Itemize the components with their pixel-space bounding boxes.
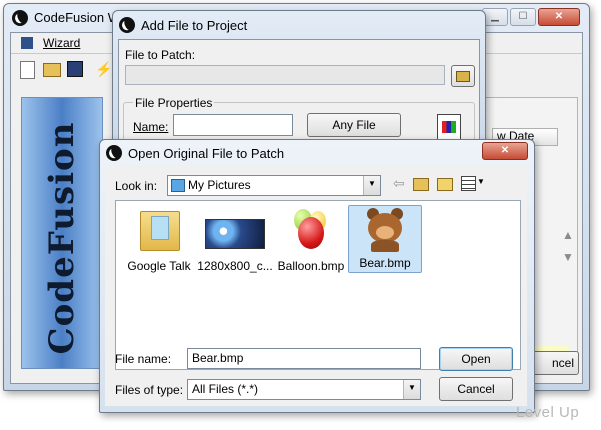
add-file-dialog-title: Add File to Project <box>141 18 248 33</box>
main-window-title: CodeFusion W <box>34 10 120 25</box>
file-item-bear[interactable]: Bear.bmp <box>348 205 422 273</box>
scroll-up-arrow-icon[interactable]: ▲ <box>562 228 574 242</box>
open-dialog-logo-icon <box>106 145 122 161</box>
view-menu-icon[interactable] <box>461 176 476 191</box>
file-name-input[interactable]: Bear.bmp <box>187 348 421 369</box>
close-button[interactable]: ✕ <box>538 8 580 26</box>
dialog-logo-icon <box>119 17 135 33</box>
name-input[interactable] <box>173 114 293 136</box>
file-item-wallpaper[interactable]: 1280x800_c... <box>196 205 274 277</box>
file-to-patch-label: File to Patch: <box>125 48 196 62</box>
browse-folder-icon <box>456 71 470 82</box>
wand-icon[interactable]: ⚡ <box>95 61 112 78</box>
bear-body-icon <box>371 240 399 252</box>
open-dialog-close-button[interactable]: ✕ <box>482 142 528 160</box>
app-logo-icon <box>12 10 28 26</box>
bear-icon <box>365 208 405 252</box>
new-folder-icon[interactable] <box>437 178 453 191</box>
look-in-label: Look in: <box>115 179 158 193</box>
pictures-folder-icon <box>171 179 185 192</box>
view-menu-arrow-icon[interactable]: ▼ <box>477 177 485 186</box>
balloon-red-icon <box>298 217 324 249</box>
file-type-icon <box>437 114 461 142</box>
file-label: 1280x800_c... <box>197 259 273 273</box>
file-name-label: File name: <box>115 352 172 366</box>
file-label: Balloon.bmp <box>277 259 345 273</box>
files-of-type-label: Files of type: <box>115 383 184 397</box>
back-arrow-icon[interactable]: ⇦ <box>393 175 405 192</box>
files-of-type-arrow-icon[interactable] <box>403 380 420 399</box>
file-item-balloon[interactable]: Balloon.bmp <box>272 205 350 277</box>
files-of-type-dropdown[interactable]: All Files (*.*) <box>187 379 421 400</box>
look-in-dropdown-arrow-icon[interactable] <box>363 176 380 195</box>
open-dialog-client: Look in: My Pictures ⇦ ▼ Google Talk 128… <box>105 166 527 406</box>
file-label: Google Talk <box>127 259 191 273</box>
menu-wizard-icon <box>21 37 33 49</box>
cancel-button[interactable]: Cancel <box>439 377 513 401</box>
bear-muzzle-icon <box>376 226 394 239</box>
any-file-button[interactable]: Any File <box>307 113 401 137</box>
open-file-dialog: Open Original File to Patch ✕ Look in: M… <box>99 139 535 413</box>
folder-document-icon <box>151 216 169 240</box>
file-name-value: Bear.bmp <box>192 351 244 365</box>
menu-item-wizard[interactable]: Wizard <box>43 36 80 50</box>
open-dialog-title: Open Original File to Patch <box>128 146 285 161</box>
save-icon[interactable] <box>67 61 83 77</box>
browse-button[interactable] <box>451 65 475 87</box>
folder-icon <box>140 211 180 251</box>
files-of-type-value: All Files (*.*) <box>192 382 259 396</box>
file-color-stripe-icon <box>442 121 456 133</box>
file-label: Bear.bmp <box>359 256 411 270</box>
balloon-icon <box>290 209 330 253</box>
scroll-down-arrow-icon[interactable]: ▼ <box>562 250 574 264</box>
new-file-icon[interactable] <box>20 61 35 79</box>
level-up-watermark: Level Up <box>516 404 580 421</box>
file-list: Google Talk 1280x800_c... Balloon.bmp Be… <box>115 200 521 370</box>
up-folder-icon[interactable] <box>413 178 429 191</box>
file-properties-label: File Properties <box>133 96 215 110</box>
file-to-patch-input[interactable] <box>125 65 445 85</box>
maximize-button[interactable]: ☐ <box>510 8 536 26</box>
look-in-dropdown[interactable]: My Pictures <box>167 175 381 196</box>
codefusion-banner: CodeFusion <box>21 97 103 369</box>
open-folder-icon[interactable] <box>43 63 61 77</box>
image-thumbnail-icon <box>205 219 265 249</box>
banner-text: CodeFusion <box>42 121 82 355</box>
name-label: Name: <box>133 120 169 134</box>
file-item-google-talk[interactable]: Google Talk <box>120 205 198 277</box>
look-in-value: My Pictures <box>188 178 251 192</box>
open-button[interactable]: Open <box>439 347 513 371</box>
